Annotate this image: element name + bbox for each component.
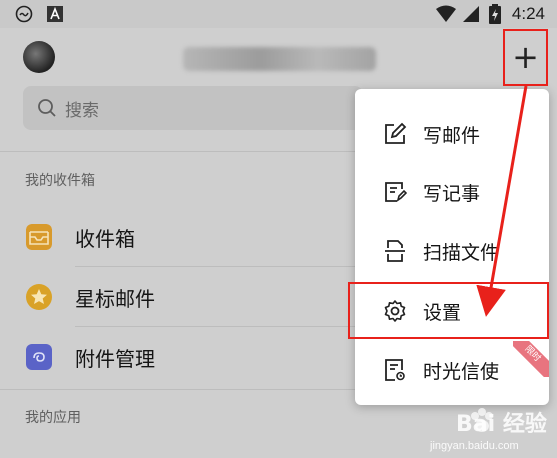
watermark-text: Bai 经验: [456, 412, 547, 437]
watermark-url: jingyan.baidu.com: [430, 440, 519, 452]
annotation-arrow: [476, 85, 528, 317]
